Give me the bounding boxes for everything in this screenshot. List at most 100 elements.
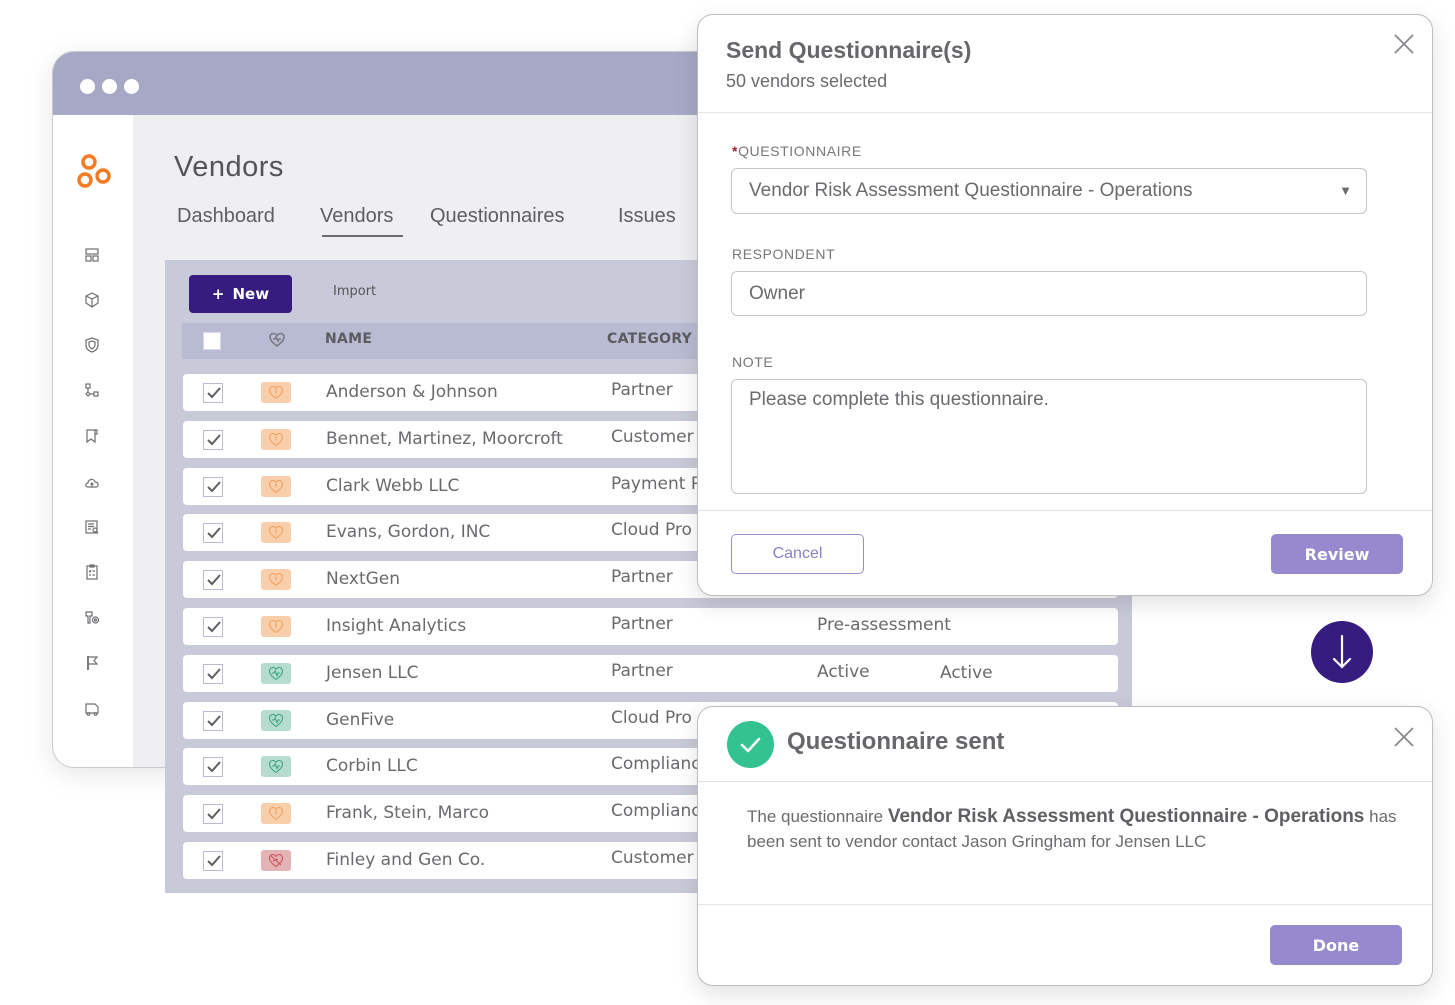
divider: [698, 781, 1432, 782]
success-badge: [727, 721, 774, 768]
import-link[interactable]: Import: [333, 284, 376, 299]
bookmark-icon[interactable]: [83, 427, 101, 445]
dashboard-icon[interactable]: [83, 246, 101, 264]
tab-dashboard[interactable]: Dashboard: [177, 205, 275, 228]
health-badge-warn: [261, 428, 291, 450]
modal-title: Questionnaire sent: [787, 728, 1005, 755]
checkmark-icon: [740, 737, 761, 753]
workflow-icon[interactable]: [83, 382, 101, 400]
row-checkbox[interactable]: [203, 663, 223, 684]
vendor-name[interactable]: Anderson & Johnson: [326, 382, 498, 402]
new-button-label: New: [232, 285, 270, 303]
respondent-input[interactable]: Owner: [731, 271, 1367, 316]
vendor-name[interactable]: Frank, Stein, Marco: [326, 803, 489, 823]
dropdown-caret-icon: ▼: [1339, 183, 1352, 198]
health-icon: [268, 479, 284, 493]
done-button[interactable]: Done: [1270, 925, 1402, 965]
cancel-button[interactable]: Cancel: [731, 534, 864, 574]
row-checkbox[interactable]: [203, 523, 223, 544]
row-checkbox[interactable]: [203, 476, 223, 497]
row-checkbox[interactable]: [203, 617, 223, 637]
flag-icon[interactable]: [83, 654, 101, 672]
vendor-category: Cloud Pro: [611, 520, 692, 541]
vendor-name[interactable]: Finley and Gen Co.: [326, 850, 485, 870]
health-icon: [268, 432, 284, 446]
tab-issues[interactable]: Issues: [618, 205, 676, 228]
close-icon[interactable]: [1393, 33, 1415, 55]
row-checkbox[interactable]: [203, 757, 223, 778]
review-button[interactable]: Review: [1271, 534, 1403, 574]
vendor-category: Partner: [611, 380, 673, 400]
tab-vendors[interactable]: Vendors: [320, 205, 404, 237]
message-questionnaire-name: Vendor Risk Assessment Questionnaire - O…: [887, 806, 1365, 827]
vendor-category: Complianc: [611, 801, 701, 822]
health-icon: [268, 526, 284, 540]
vendor-category: Payment P: [611, 473, 702, 494]
respondent-label: RESPONDENT: [732, 246, 836, 262]
vendor-name[interactable]: GenFive: [326, 710, 394, 730]
vendor-name[interactable]: Corbin LLC: [326, 756, 418, 776]
vendor-category: Cloud Pro: [611, 707, 692, 728]
vendor-category: Partner: [611, 614, 673, 634]
flow-arrow: [1311, 621, 1373, 683]
shield-icon[interactable]: [83, 336, 101, 354]
column-header-category[interactable]: CATEGORY: [607, 331, 692, 347]
health-icon: [268, 713, 284, 727]
row-checkbox[interactable]: [203, 851, 223, 871]
health-heart-icon[interactable]: [268, 331, 286, 349]
table-row[interactable]: Jensen LLC Partner Active Active: [183, 654, 1118, 692]
row-checkbox[interactable]: [203, 383, 223, 403]
row-checkbox[interactable]: [203, 710, 223, 731]
confirmation-message: The questionnaire Vendor Risk Assessment…: [747, 804, 1417, 854]
message-prefix: The questionnaire: [747, 807, 888, 826]
note-textarea[interactable]: Please complete this questionnaire.: [731, 379, 1367, 494]
questionnaire-label-text: QUESTIONNAIRE: [738, 143, 862, 159]
tab-questionnaires[interactable]: Questionnaires: [430, 205, 565, 228]
health-icon: [268, 760, 284, 774]
close-icon[interactable]: [1393, 726, 1415, 748]
vendor-name[interactable]: Evans, Gordon, INC: [326, 522, 490, 542]
vendor-name[interactable]: NextGen: [326, 569, 400, 589]
vendor-category: Customer: [611, 426, 694, 447]
health-icon: [268, 619, 284, 634]
vendor-name[interactable]: Clark Webb LLC: [326, 476, 459, 496]
health-badge-good: [261, 709, 291, 731]
select-all-checkbox[interactable]: [203, 332, 221, 350]
logo-icon: [77, 154, 111, 188]
new-vendor-button[interactable]: + New: [189, 275, 292, 313]
clipboard-checklist-icon[interactable]: [83, 563, 101, 581]
vendor-category: Complianc: [611, 754, 701, 775]
questionnaire-select[interactable]: Vendor Risk Assessment Questionnaire - O…: [731, 168, 1367, 214]
row-checkbox[interactable]: [203, 429, 223, 450]
health-badge-warn: [261, 569, 291, 591]
vendor-name[interactable]: Insight Analytics: [326, 616, 466, 636]
health-icon: [268, 853, 284, 868]
row-checkbox[interactable]: [203, 570, 223, 591]
health-icon: [268, 385, 284, 400]
vendor-status: Active: [817, 661, 870, 682]
vendor-category: Partner: [611, 567, 673, 588]
table-row[interactable]: Insight Analytics Partner Pre-assessment: [183, 608, 1118, 645]
health-badge-bad: [261, 850, 291, 871]
vendor-name[interactable]: Bennet, Martinez, Moorcroft: [326, 429, 563, 449]
window-dot[interactable]: [80, 79, 95, 94]
health-badge-good: [261, 662, 291, 684]
questionnaire-sent-modal: Questionnaire sent The questionnaire Ven…: [697, 706, 1433, 986]
note-label: NOTE: [732, 354, 774, 370]
column-header-name[interactable]: NAME: [325, 331, 372, 347]
row-checkbox[interactable]: [203, 804, 223, 825]
health-badge-warn: [261, 382, 291, 403]
window-dot[interactable]: [102, 79, 117, 94]
window-dot[interactable]: [124, 79, 139, 94]
vendor-name[interactable]: Jensen LLC: [326, 663, 419, 683]
package-icon[interactable]: [83, 291, 101, 309]
modal-subtitle: 50 vendors selected: [726, 71, 888, 91]
vendor-category: Customer: [611, 848, 694, 868]
modal-title: Send Questionnaire(s): [726, 37, 972, 63]
key-settings-icon[interactable]: [83, 609, 101, 627]
divider: [698, 112, 1432, 113]
truck-icon[interactable]: [83, 700, 101, 718]
send-questionnaire-modal: Send Questionnaire(s) 50 vendors selecte…: [697, 14, 1433, 596]
cloud-upload-icon[interactable]: [83, 473, 101, 491]
document-search-icon[interactable]: [83, 518, 101, 536]
